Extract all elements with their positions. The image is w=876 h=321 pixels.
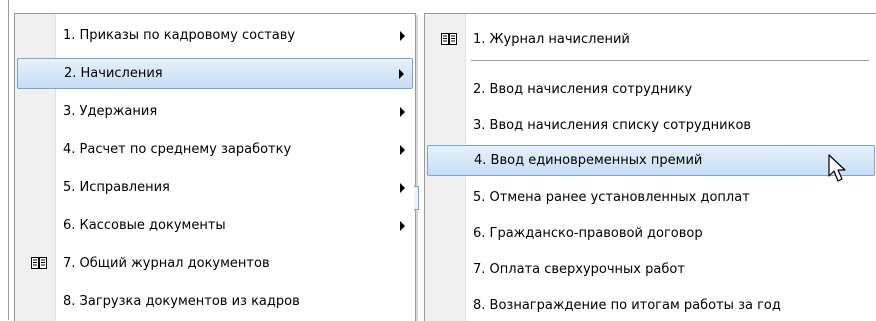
main-menu: 1. Приказы по кадровому составу 2. Начис… (14, 13, 416, 321)
menu-item-label: 5. Исправления (63, 180, 170, 195)
submenu-item-accrual-employee[interactable]: 2. Ввод начисления сотруднику (427, 74, 875, 105)
menu-item-label: 2. Начисления (64, 66, 163, 81)
menu-item-label: 4. Ввод единовременных премий (474, 153, 703, 168)
submenu-item-cancel-surcharges[interactable]: 5. Отмена ранее установленных доплат (427, 182, 875, 213)
menu-item-label: 8. Загрузка документов из кадров (63, 294, 300, 309)
menu-item-label: 1. Журнал начислений (473, 32, 630, 47)
menu-item-deductions[interactable]: 3. Удержания (17, 96, 413, 127)
mouse-pointer-icon (828, 154, 846, 182)
submenu-item-annual-reward[interactable]: 8. Вознаграждение по итогам работы за го… (427, 290, 875, 321)
submenu-arrow-icon (400, 182, 405, 193)
menu-item-label: 7. Оплата сверхурочных работ (473, 262, 685, 277)
accruals-submenu: 1. Журнал начислений 2. Ввод начисления … (424, 13, 876, 321)
menu-item-label: 6. Гражданско-правовой договор (473, 226, 703, 241)
menu-item-average-earnings[interactable]: 4. Расчет по среднему заработку (17, 134, 413, 165)
menu-item-personnel-orders[interactable]: 1. Приказы по кадровому составу (17, 20, 413, 51)
submenu-arrow-icon (400, 30, 405, 41)
menu-item-label: 2. Ввод начисления сотруднику (473, 82, 693, 97)
window-edge (0, 0, 9, 320)
menu-item-general-journal[interactable]: 7. Общий журнал документов (17, 248, 413, 279)
menu-item-label: 1. Приказы по кадровому составу (63, 28, 296, 43)
submenu-item-accruals-journal[interactable]: 1. Журнал начислений (427, 24, 875, 55)
menu-item-label: 5. Отмена ранее установленных доплат (473, 190, 750, 205)
menu-item-corrections[interactable]: 5. Исправления (17, 172, 413, 203)
submenu-item-overtime-pay[interactable]: 7. Оплата сверхурочных работ (427, 254, 875, 285)
submenu-item-one-time-bonuses[interactable]: 4. Ввод единовременных премий (427, 145, 875, 176)
menu-item-label: 3. Ввод начисления списку сотрудников (473, 118, 752, 133)
menu-separator (471, 60, 869, 61)
menu-item-label: 7. Общий журнал документов (63, 256, 270, 271)
submenu-arrow-icon (399, 68, 404, 79)
submenu-item-accrual-employee-list[interactable]: 3. Ввод начисления списку сотрудников (427, 110, 875, 141)
submenu-arrow-icon (400, 220, 405, 231)
book-icon (441, 33, 457, 45)
menu-item-label: 8. Вознаграждение по итогам работы за го… (473, 298, 781, 313)
menu-item-label: 4. Расчет по среднему заработку (63, 142, 292, 157)
menu-item-cash-documents[interactable]: 6. Кассовые документы (17, 210, 413, 241)
submenu-arrow-icon (400, 144, 405, 155)
menu-item-load-from-hr[interactable]: 8. Загрузка документов из кадров (17, 286, 413, 317)
submenu-item-civil-contract[interactable]: 6. Гражданско-правовой договор (427, 218, 875, 249)
submenu-connector (414, 186, 419, 210)
submenu-arrow-icon (400, 106, 405, 117)
menu-item-label: 3. Удержания (63, 104, 158, 119)
book-icon (31, 257, 47, 269)
menu-item-label: 6. Кассовые документы (63, 218, 226, 233)
menu-item-accruals[interactable]: 2. Начисления (17, 58, 413, 89)
